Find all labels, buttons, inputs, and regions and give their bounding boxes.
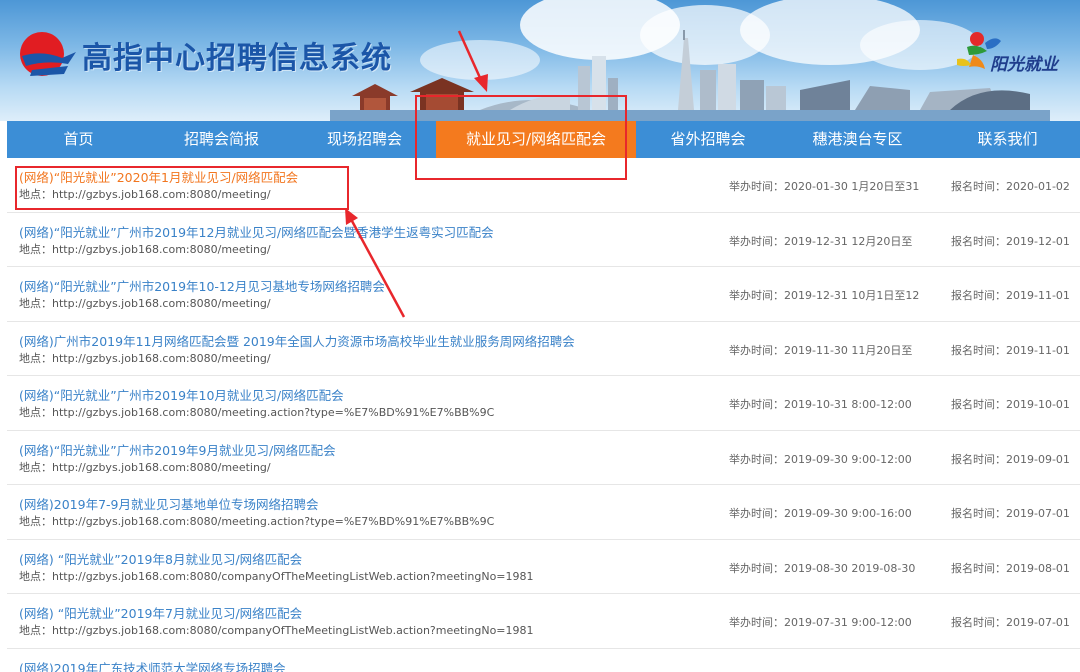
meeting-title-link[interactable]: (网络) “阳光就业”2019年8月就业见习/网络匹配会 — [19, 549, 302, 568]
meeting-address: 地点：http://gzbys.job168.com:8080/meeting/ — [19, 297, 271, 310]
list-item: (网络)广州市2019年11月网络匹配会暨 2019年全国人力资源市场高校毕业生… — [7, 322, 1080, 376]
meeting-registration-time: 报名时间：2019-09-01 — [951, 452, 1070, 466]
meeting-title-link[interactable]: (网络)2019年7-9月就业见习基地单位专场网络招聘会 — [19, 494, 318, 513]
city-skyline-illustration — [330, 30, 1050, 121]
meeting-registration-time: 报名时间：2019-10-01 — [951, 398, 1070, 411]
nav-item-out-of-province-job-fair[interactable]: 省外招聘会 — [636, 121, 780, 158]
list-item: (网络)“阳光就业”广州市2019年10月就业见习/网络匹配会 地点：http:… — [7, 376, 1080, 431]
meeting-address: 地点：http://gzbys.job168.com:8080/meeting/ — [19, 188, 271, 201]
meeting-address: 地点：http://gzbys.job168.com:8080/meeting/ — [19, 351, 271, 365]
meeting-hold-time: 举办时间：2020-01-30 1月20日至31 — [729, 180, 920, 193]
meeting-address: 地点：http://gzbys.job168.com:8080/meeting.… — [19, 515, 495, 528]
list-item: (网络)“阳光就业”广州市2019年10-12月见习基地专场网络招聘会 地点：h… — [7, 267, 1080, 322]
list-item: (网络)“阳光就业”广州市2019年12月就业见习/网络匹配会暨香港学生返粤实习… — [7, 213, 1080, 267]
meeting-address: 地点：http://gzbys.job168.com:8080/meeting.… — [19, 406, 495, 419]
meeting-title-link[interactable]: (网络)“阳光就业”广州市2019年10-12月见习基地专场网络招聘会 — [19, 276, 385, 295]
meeting-hold-time: 举办时间：2019-12-31 12月20日至 — [729, 234, 913, 248]
meeting-hold-time: 举办时间：2019-09-30 9:00-16:00 — [729, 507, 912, 520]
header-banner: 高指中心招聘信息系统 阳光就业 — [0, 0, 1080, 121]
meeting-title-link[interactable]: (网络)2019年广东技术师范大学网络专场招聘会 — [19, 658, 286, 672]
meeting-hold-time: 举办时间：2019-09-30 9:00-12:00 — [729, 452, 912, 466]
list-item: (网络)“阳光就业”广州市2019年9月就业见习/网络匹配会 地点：http:/… — [7, 431, 1080, 485]
nav-item-internship-online-matching[interactable]: 就业见习/网络匹配会 — [436, 121, 636, 158]
nav-item-onsite-job-fair[interactable]: 现场招聘会 — [293, 121, 436, 158]
meeting-title-link[interactable]: (网络) “阳光就业”2019年7月就业见习/网络匹配会 — [19, 603, 302, 622]
nav-item-gz-hk-macau-tw-zone[interactable]: 穗港澳台专区 — [780, 121, 935, 158]
list-item: (网络)“阳光就业”2020年1月就业见习/网络匹配会 地点：http://gz… — [7, 158, 1080, 213]
meeting-address: 地点：http://gzbys.job168.com:8080/companyO… — [19, 624, 534, 637]
list-item: (网络) “阳光就业”2019年8月就业见习/网络匹配会 地点：http://g… — [7, 540, 1080, 594]
nav-item-job-fair-briefing[interactable]: 招聘会简报 — [150, 121, 293, 158]
meeting-title-link[interactable]: (网络)“阳光就业”2020年1月就业见习/网络匹配会 — [19, 167, 298, 186]
meeting-title-link[interactable]: (网络)“阳光就业”广州市2019年9月就业见习/网络匹配会 — [19, 440, 336, 459]
meeting-hold-time: 举办时间：2019-11-30 11月20日至 — [729, 343, 913, 357]
meeting-hold-time: 举办时间：2019-08-30 2019-08-30 — [729, 561, 916, 575]
meeting-registration-time: 报名时间：2019-11-01 — [951, 343, 1070, 357]
brand-name: 阳光就业 — [990, 55, 1058, 75]
meeting-title-link[interactable]: (网络)“阳光就业”广州市2019年10月就业见习/网络匹配会 — [19, 385, 344, 404]
meeting-registration-time: 报名时间：2019-08-01 — [951, 561, 1070, 575]
meeting-list: (网络)“阳光就业”2020年1月就业见习/网络匹配会 地点：http://gz… — [7, 158, 1080, 672]
list-item: (网络) “阳光就业”2019年7月就业见习/网络匹配会 地点：http://g… — [7, 594, 1080, 649]
nav-item-home[interactable]: 首页 — [7, 121, 150, 158]
meeting-registration-time: 报名时间：2019-07-01 — [951, 507, 1070, 520]
meeting-hold-time: 举办时间：2019-07-31 9:00-12:00 — [729, 616, 912, 629]
list-item: (网络)2019年广东技术师范大学网络专场招聘会 — [7, 649, 1080, 672]
meeting-address: 地点：http://gzbys.job168.com:8080/meeting/ — [19, 460, 271, 474]
nav-item-contact-us[interactable]: 联系我们 — [935, 121, 1080, 158]
meeting-address: 地点：http://gzbys.job168.com:8080/companyO… — [19, 569, 534, 583]
meeting-hold-time: 举办时间：2019-12-31 10月1日至12 — [729, 289, 920, 302]
meeting-registration-time: 报名时间：2019-07-01 — [951, 616, 1070, 629]
meeting-hold-time: 举办时间：2019-10-31 8:00-12:00 — [729, 398, 912, 411]
main-nav: 首页 招聘会简报 现场招聘会 就业见习/网络匹配会 省外招聘会 穗港澳台专区 联… — [7, 121, 1080, 158]
meeting-registration-time: 报名时间：2019-11-01 — [951, 289, 1070, 302]
meeting-registration-time: 报名时间：2019-12-01 — [951, 234, 1070, 248]
site-logo-icon — [20, 32, 76, 76]
list-item: (网络)2019年7-9月就业见习基地单位专场网络招聘会 地点：http://g… — [7, 485, 1080, 540]
meeting-address: 地点：http://gzbys.job168.com:8080/meeting/ — [19, 242, 271, 256]
meeting-title-link[interactable]: (网络)“阳光就业”广州市2019年12月就业见习/网络匹配会暨香港学生返粤实习… — [19, 222, 494, 241]
meeting-title-link[interactable]: (网络)广州市2019年11月网络匹配会暨 2019年全国人力资源市场高校毕业生… — [19, 331, 575, 350]
meeting-registration-time: 报名时间：2020-01-02 — [951, 180, 1070, 193]
